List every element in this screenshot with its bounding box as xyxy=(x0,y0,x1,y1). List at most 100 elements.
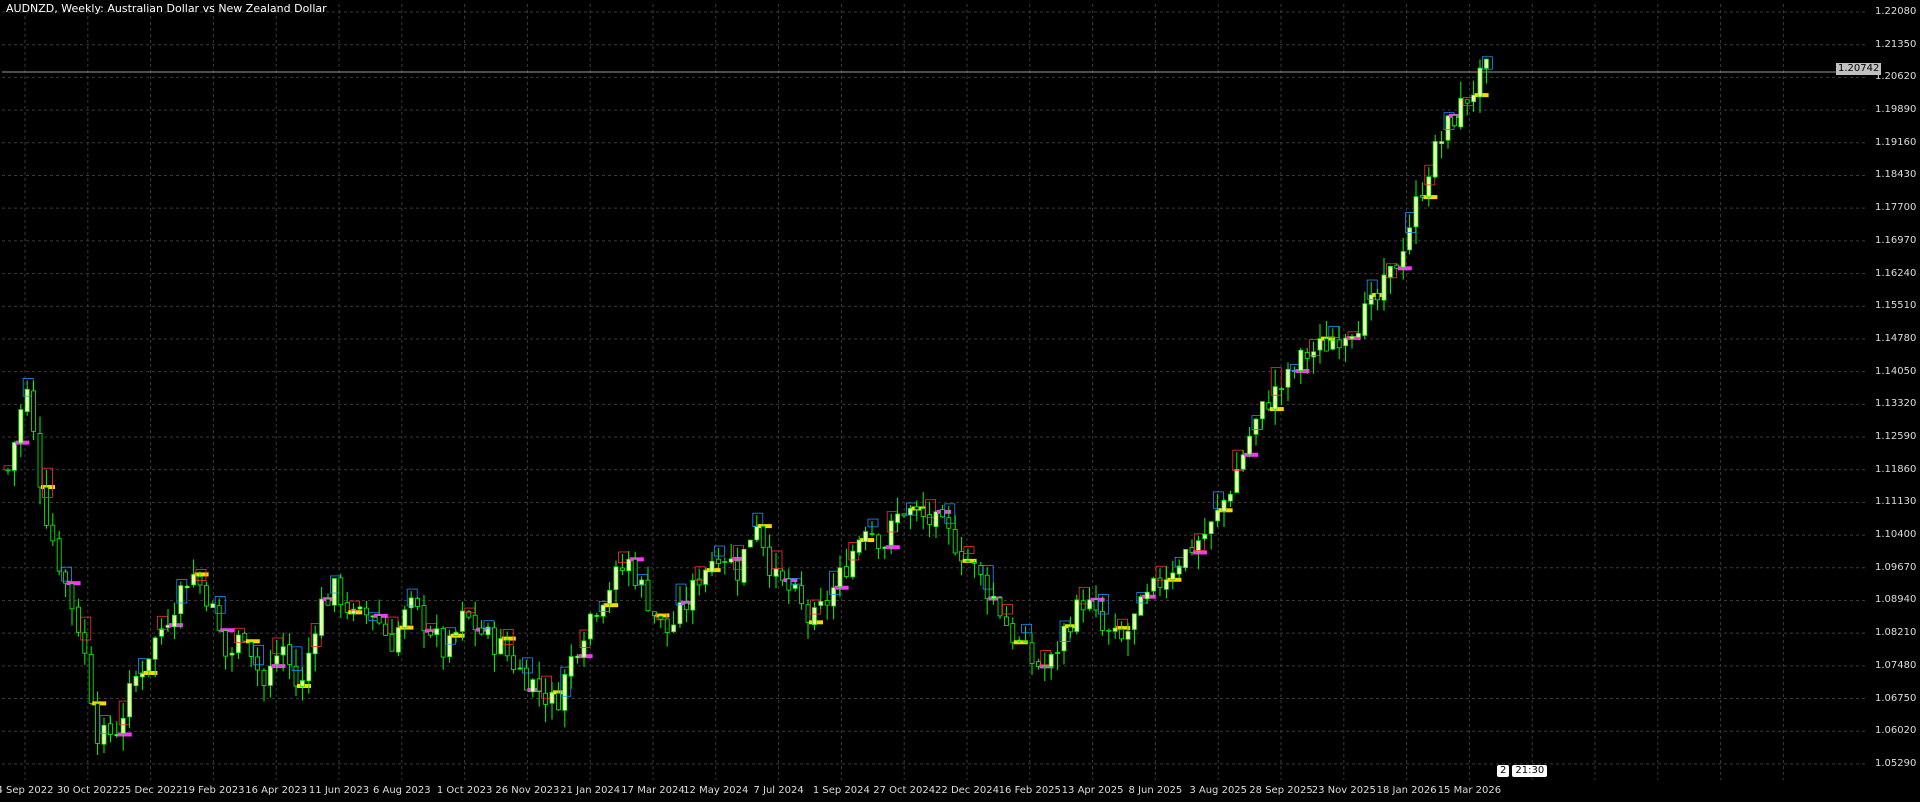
candle-body xyxy=(1285,368,1291,388)
candle-body xyxy=(1125,631,1131,640)
candle-body xyxy=(1324,338,1329,352)
candle-body xyxy=(184,585,190,589)
price-tick-label: 1.16970 xyxy=(1875,234,1917,246)
candle-body xyxy=(274,655,280,665)
candle-body xyxy=(997,597,1003,617)
candle-body xyxy=(325,598,331,606)
timer-time: 21:30 xyxy=(1512,765,1548,777)
candle-body xyxy=(1272,386,1278,410)
date-tick-label: 16 Feb 2025 xyxy=(998,785,1061,796)
candle-body xyxy=(869,532,875,535)
candle-body xyxy=(901,513,907,517)
candle-body xyxy=(1016,639,1022,642)
candle-body xyxy=(1362,303,1368,336)
candle-body xyxy=(703,569,708,585)
candle-body xyxy=(1183,549,1188,569)
candle-body xyxy=(760,525,766,548)
price-tick-label: 1.07480 xyxy=(1875,659,1917,671)
candle-body xyxy=(748,539,753,548)
candle-body xyxy=(1407,227,1412,251)
candle-body xyxy=(1439,141,1444,145)
candle-body xyxy=(376,615,382,624)
candle-body xyxy=(18,409,24,444)
candles xyxy=(3,56,1493,756)
timer-bars: 2 xyxy=(1497,765,1510,777)
date-tick-label: 18 Jan 2026 xyxy=(1376,785,1437,796)
candle-body xyxy=(1119,628,1124,640)
candle-body xyxy=(178,585,184,615)
date-tick-label: 12 May 2024 xyxy=(683,785,749,796)
candle-body xyxy=(933,511,939,527)
candle-body xyxy=(984,574,990,599)
candle-body xyxy=(965,560,971,563)
candle-body xyxy=(1208,521,1214,535)
candle-body xyxy=(722,561,728,563)
candle-body xyxy=(223,630,229,657)
candle-body xyxy=(1279,388,1284,391)
price-tick-label: 1.22080 xyxy=(1875,6,1917,18)
signal-marker xyxy=(194,572,209,577)
chart-area[interactable]: AUDNZD, Weekly: Australian Dollar vs New… xyxy=(0,0,1920,802)
candle-body xyxy=(1452,115,1457,127)
candle-body xyxy=(607,590,612,605)
candle-body xyxy=(357,606,363,610)
candle-body xyxy=(37,432,43,488)
grid xyxy=(2,4,1868,780)
zone-box xyxy=(963,546,975,554)
candle-body xyxy=(56,538,62,572)
candle-body xyxy=(331,578,337,606)
candle-body xyxy=(1375,292,1380,301)
candle-body xyxy=(530,679,536,693)
price-tick-label: 1.06750 xyxy=(1875,692,1917,704)
candle-body xyxy=(1144,591,1150,600)
price-chart[interactable] xyxy=(0,0,1920,802)
price-tick-label: 1.18430 xyxy=(1875,169,1917,181)
candle-body xyxy=(504,639,510,657)
candle-body xyxy=(472,614,478,631)
price-tick-label: 1.17700 xyxy=(1875,202,1917,214)
candle-body xyxy=(280,646,286,656)
chart-title: AUDNZD, Weekly: Australian Dollar vs New… xyxy=(6,2,327,15)
date-tick-label: 25 Dec 2022 xyxy=(118,785,183,796)
candle-body xyxy=(1464,99,1470,104)
candle-body xyxy=(82,632,88,654)
candle-body xyxy=(389,633,395,652)
candle-body xyxy=(1010,623,1016,643)
candle-body xyxy=(1202,533,1208,539)
candle-body xyxy=(159,628,165,637)
date-tick-label: 8 Jun 2025 xyxy=(1128,785,1183,796)
date-tick-label: 30 Oct 2022 xyxy=(56,785,119,796)
signal-marker xyxy=(885,545,900,550)
candle-body xyxy=(1432,141,1438,178)
candle-body xyxy=(1253,418,1259,435)
price-tick-label: 1.13320 xyxy=(1875,398,1917,410)
candle-body xyxy=(299,680,305,687)
candle-body xyxy=(1061,625,1067,652)
candle-body xyxy=(940,509,945,518)
candle-body xyxy=(1413,196,1419,228)
date-tick-label: 7 Jul 2024 xyxy=(753,785,804,796)
candle-body xyxy=(594,615,600,617)
candle-body xyxy=(440,628,446,658)
candle-body xyxy=(312,633,318,655)
candle-body xyxy=(1023,640,1028,643)
candle-body xyxy=(479,627,485,635)
candle-body xyxy=(267,665,273,686)
candle-body xyxy=(1080,600,1086,611)
candle-body xyxy=(152,637,158,660)
price-tick-label: 1.11860 xyxy=(1875,463,1917,475)
candle-body xyxy=(914,506,920,510)
candle-body xyxy=(1029,642,1035,664)
candle-body xyxy=(1330,339,1336,350)
price-tick-label: 1.08940 xyxy=(1875,594,1917,606)
candle-body xyxy=(645,579,651,612)
date-tick-label: 19 Feb 2023 xyxy=(182,785,245,796)
candle-body xyxy=(338,577,344,606)
candle-body xyxy=(812,607,817,625)
candle-body xyxy=(888,520,894,546)
candle-body xyxy=(363,607,369,616)
candle-body xyxy=(1157,577,1163,588)
date-tick-label: 4 Sep 2022 xyxy=(0,785,54,796)
candle-body xyxy=(44,486,49,526)
candle-body xyxy=(24,388,30,412)
